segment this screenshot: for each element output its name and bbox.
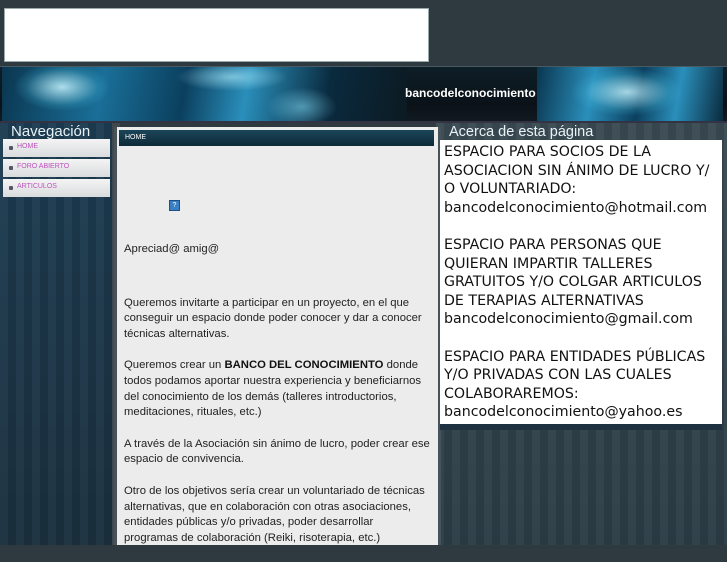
- about-block-text: ESPACIO PARA ENTIDADES PÚBLICAS Y/O PRIV…: [444, 348, 706, 402]
- greeting-text: Apreciad@ amig@: [124, 243, 220, 255]
- bullet-icon: [9, 166, 13, 170]
- header-image-left: [2, 67, 407, 121]
- ad-banner-placeholder: [4, 8, 429, 62]
- about-block-text: ESPACIO PARA SOCIOS DE LA ASOCIACION SIN…: [444, 144, 710, 198]
- about-heading: Acerca de esta página: [449, 124, 594, 140]
- paragraph-4: Otro de los objetivos sería crear un vol…: [124, 484, 425, 544]
- paragraph-1: Queremos invitarte a participar en un pr…: [124, 296, 422, 340]
- site-header-banner: bancodelconocimiento: [0, 66, 727, 123]
- email-link[interactable]: bancodelconocimiento@hotmail.com: [444, 199, 724, 218]
- about-text: ESPACIO PARA SOCIOS DE LA ASOCIACION SIN…: [444, 143, 724, 441]
- nav-item-home[interactable]: HOME: [3, 139, 110, 157]
- paragraph-2: Queremos crear un BANCO DEL CONOCIMIENTO…: [124, 358, 430, 420]
- about-block-text: ESPACIO PARA PERSONAS QUE QUIERAN IMPART…: [444, 236, 702, 309]
- nav-link-label[interactable]: ARTICULOS: [17, 183, 57, 190]
- nav-heading: Navegación: [11, 123, 91, 140]
- about-block-workshops: ESPACIO PARA PERSONAS QUE QUIERAN IMPART…: [444, 236, 724, 329]
- header-image-right: [537, 67, 723, 121]
- bullet-icon: [9, 186, 13, 190]
- paragraph-2-bold: BANCO DEL CONOCIMIENTO: [224, 359, 384, 372]
- site-title[interactable]: bancodelconocimiento: [405, 86, 536, 100]
- help-icon[interactable]: ?: [169, 200, 180, 211]
- about-block-members: ESPACIO PARA SOCIOS DE LA ASOCIACION SIN…: [444, 143, 724, 217]
- article-body: Apreciad@ amig@ Queremos invitarte a par…: [124, 242, 430, 562]
- content-tab-bar: HOME: [119, 130, 434, 146]
- paragraph-3: A través de la Asociación sin ánimo de l…: [124, 437, 430, 466]
- paragraph-2-start: Queremos crear un: [124, 359, 225, 372]
- main-content-panel: HOME ? Apreciad@ amig@ Queremos invitart…: [114, 127, 441, 545]
- bullet-icon: [9, 146, 13, 150]
- nav-item-articulos[interactable]: ARTICULOS: [3, 179, 110, 197]
- about-block-entities: ESPACIO PARA ENTIDADES PÚBLICAS Y/O PRIV…: [444, 348, 724, 422]
- about-panel: ESPACIO PARA SOCIOS DE LA ASOCIACION SIN…: [440, 140, 722, 430]
- tab-home[interactable]: HOME: [125, 134, 146, 141]
- nav-link-label[interactable]: HOME: [17, 143, 38, 150]
- nav-menu: HOME FORO ABIERTO ARTICULOS: [3, 139, 110, 199]
- email-link[interactable]: bancodelconocimiento@yahoo.es: [444, 403, 724, 422]
- nav-link-label[interactable]: FORO ABIERTO: [17, 163, 69, 170]
- email-link[interactable]: bancodelconocimiento@gmail.com: [444, 310, 724, 329]
- nav-item-foro-abierto[interactable]: FORO ABIERTO: [3, 159, 110, 177]
